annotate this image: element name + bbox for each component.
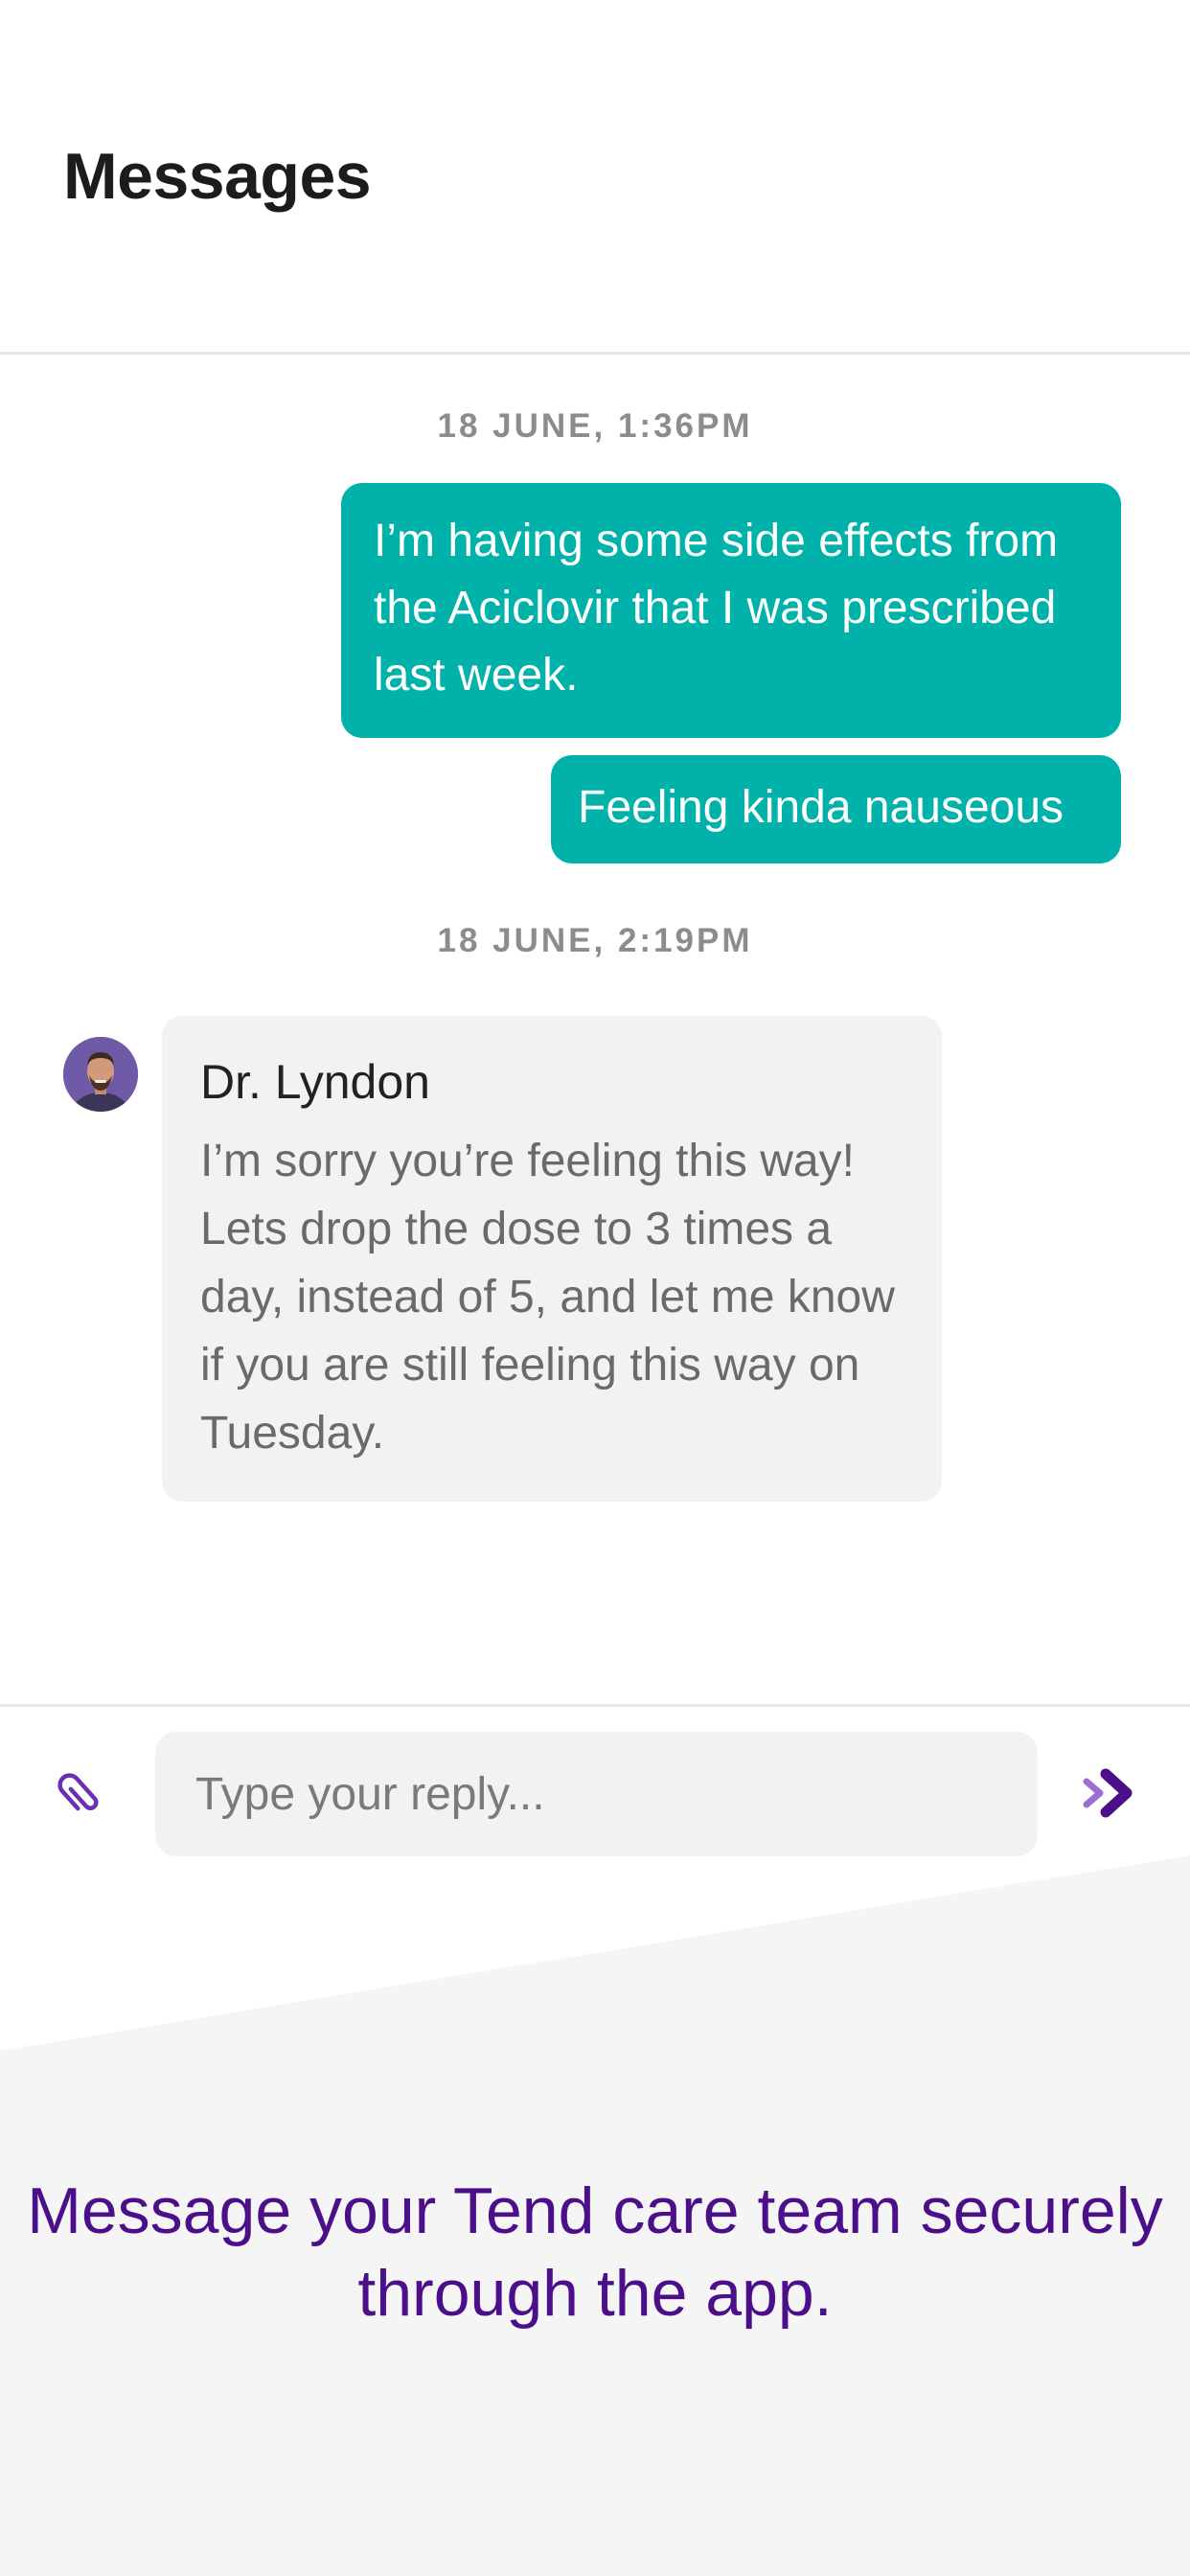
incoming-message-bubble[interactable]: Dr. Lyndon I’m sorry you’re feeling this… [162, 1016, 942, 1502]
send-button[interactable] [1081, 1768, 1142, 1818]
outgoing-message-bubble[interactable]: Feeling kinda nauseous [551, 755, 1121, 863]
outgoing-message-bubble[interactable]: I’m having some side effects from the Ac… [341, 483, 1121, 738]
reply-input[interactable] [155, 1732, 1038, 1856]
timestamp: 18 JUNE, 1:36PM [437, 407, 753, 445]
send-icon [1083, 1768, 1133, 1818]
doctor-avatar[interactable] [63, 1037, 138, 1112]
page-title: Messages [63, 140, 372, 213]
promo-tagline: Message your Tend care team securely thr… [27, 2174, 1163, 2330]
attach-button[interactable] [48, 1764, 109, 1826]
timestamp: 18 JUNE, 2:19PM [437, 922, 753, 959]
message-text: I’m sorry you’re feeling this way! Lets … [200, 1136, 895, 1459]
person-avatar-icon [63, 1037, 138, 1112]
reply-composer [0, 1704, 1190, 1857]
paperclip-icon [57, 1773, 99, 1811]
sender-name: Dr. Lyndon [200, 1055, 430, 1109]
header: Messages [0, 0, 1190, 355]
